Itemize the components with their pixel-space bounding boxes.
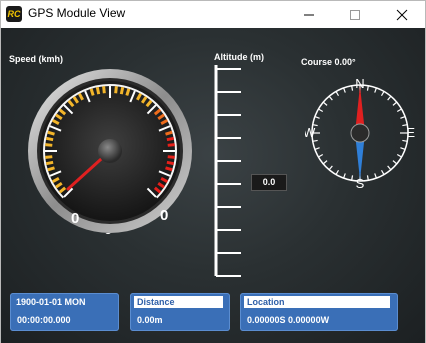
gauge-tick	[166, 160, 175, 166]
compass-tick	[322, 101, 328, 106]
compass-tick	[318, 108, 324, 113]
gauge-tick	[125, 88, 131, 96]
minimize-button[interactable]	[286, 1, 332, 28]
speed-value: 0	[104, 230, 112, 234]
gauge-tick	[114, 86, 118, 94]
compass-tick	[328, 165, 333, 171]
compass-tick	[374, 87, 377, 93]
time-value: 00:00:00.000	[17, 315, 71, 325]
location-title: Location	[244, 296, 390, 308]
compass-tick	[392, 160, 398, 165]
distance-value: 0.00m	[137, 315, 163, 325]
date-value: 1900-01-01 MON	[16, 297, 86, 307]
gauge-tick	[47, 166, 55, 172]
compass-tick	[400, 116, 406, 119]
altitude-readout: 0.0	[251, 174, 287, 191]
minimize-icon	[304, 14, 314, 16]
compass-tick	[335, 169, 340, 175]
gauge-tick	[95, 86, 101, 95]
maximize-button[interactable]	[332, 1, 378, 28]
location-value: 0.00000S 0.00000W	[247, 315, 330, 325]
gauge-tick	[89, 88, 95, 96]
compass-tick	[366, 85, 369, 91]
compass-tick	[328, 95, 333, 101]
gauge-tick	[45, 160, 54, 166]
distance-panel: Distance 0.00m	[130, 293, 230, 331]
gauge-tick	[166, 136, 175, 142]
compass-east: E	[406, 125, 415, 140]
app-window: RC GPS Module View Speed (kmh) 0 0 Altit…	[0, 0, 426, 343]
speed-min-readout: 0	[71, 210, 79, 227]
gauge-tick	[45, 155, 53, 159]
compass-tick	[387, 165, 392, 171]
course-label: Course 0.00°	[301, 57, 356, 67]
compass-tick	[314, 147, 320, 150]
compass-tick	[343, 87, 346, 93]
gauge-tick	[102, 86, 106, 94]
gps-dashboard: Speed (kmh) 0 0 Altitude (m) 0.0 Course …	[1, 28, 425, 343]
compass-tick	[396, 153, 402, 158]
compass: N S E W	[305, 78, 415, 188]
compass-tick	[366, 175, 369, 181]
gauge-tick	[45, 143, 53, 147]
gauge-tick	[165, 130, 173, 136]
close-button[interactable]	[379, 1, 425, 28]
speed-max-readout: 0	[160, 207, 168, 224]
altitude-scale	[214, 65, 241, 277]
location-panel: Location 0.00000S 0.00000W	[240, 293, 398, 331]
compass-tick	[314, 116, 320, 119]
compass-tick	[387, 95, 392, 101]
compass-tick	[351, 175, 354, 181]
gauge-tick	[119, 86, 125, 95]
compass-tick	[400, 147, 406, 150]
compass-north: N	[355, 78, 364, 91]
compass-tick	[318, 153, 324, 158]
compass-tick	[343, 173, 346, 179]
compass-tick	[312, 139, 318, 142]
compass-tick	[322, 160, 328, 165]
gauge-hub	[98, 139, 122, 163]
title-bar: RC GPS Module View	[1, 1, 425, 28]
window-title: GPS Module View	[28, 6, 126, 20]
datetime-panel: 1900-01-01 MON 00:00:00.000	[10, 293, 119, 331]
gauge-tick	[45, 136, 54, 142]
gauge-tick	[167, 155, 175, 159]
compass-tick	[335, 91, 340, 97]
compass-hub	[350, 123, 370, 143]
gauge-tick	[167, 143, 175, 147]
compass-south: S	[356, 176, 365, 188]
compass-tick	[380, 91, 385, 97]
compass-tick	[396, 108, 402, 113]
gauge-tick	[165, 166, 173, 172]
gauge-tick	[47, 130, 55, 136]
speedometer-gauge: 0 0 0	[28, 69, 192, 234]
compass-tick	[351, 85, 354, 91]
compass-tick	[374, 173, 377, 179]
close-icon	[396, 9, 408, 21]
distance-title: Distance	[134, 296, 223, 308]
compass-tick	[402, 139, 408, 142]
compass-west: W	[305, 125, 316, 140]
speed-label: Speed (kmh)	[9, 54, 64, 64]
compass-tick	[392, 101, 398, 106]
altitude-label: Altitude (m)	[214, 52, 264, 62]
maximize-icon	[350, 10, 360, 20]
app-icon: RC	[6, 6, 22, 22]
compass-tick	[380, 169, 385, 175]
